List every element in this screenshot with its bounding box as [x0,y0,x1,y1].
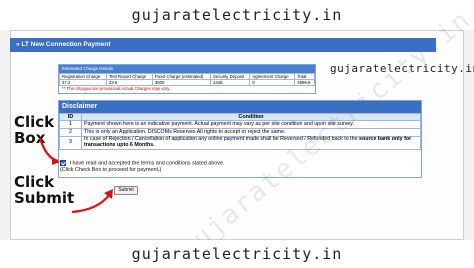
click-box-line2: Box [14,129,46,147]
row-id: 2 [59,128,82,137]
accept-checkbox[interactable] [60,160,66,166]
row-condition: Payment shown here is an indicative paym… [81,120,421,129]
site-label-top: gujaratelectricity.in [0,0,474,30]
val-agreement: 0 [249,79,296,86]
col-fixed-charge: Fixed Charge (estimated) [151,73,211,80]
estimated-header-row: Registration Charge Test Report Charge F… [59,73,315,80]
table-row: 3 In case of Rejection / Cancellation of… [59,136,421,150]
provisional-note: ** This charges are provisional.Actual C… [62,86,171,91]
col-security-deposit: Security Deposit [209,73,251,80]
val-fixed-charge: 3500 [151,79,211,86]
col-registration: Registration Charge [59,73,107,80]
val-registration: 47.2 [59,79,107,86]
click-box-line1: Click [14,113,55,131]
site-label-bottom: gujaratelectricity.in [0,240,474,268]
page-header: » LT New Connection Payment [10,38,436,52]
val-total: 4998.8 [294,79,315,86]
estimated-charge-panel: Estimated Charge Details Registration Ch… [58,64,316,94]
accept-hint: (Click Check Box to proceed for payment.… [60,167,162,174]
click-box-annotation: Click Box [14,114,54,146]
estimated-value-row: 47.2 23.6 3500 1428 0 4998.8 [59,79,315,86]
estimated-charge-table: Registration Charge Test Report Charge F… [59,73,315,86]
val-security-deposit: 1428 [209,79,251,86]
row-condition: In case of Rejection / Cancellation of a… [81,136,421,150]
submit-button[interactable]: Submit [114,186,138,195]
table-row: 1 Payment shown here is an indicative pa… [59,120,421,129]
val-test-report: 23.6 [105,79,153,86]
col-id: ID [59,113,82,121]
click-submit-annotation: Click Submit [14,174,74,206]
col-test-report: Test Report Charge [105,73,153,80]
accept-terms-row: I have read and accepted the terms and c… [60,160,224,174]
col-agreement: Agreement Charge [249,73,296,80]
estimated-charge-title: Estimated Charge Details [59,65,315,73]
click-submit-line2: Submit [14,189,75,207]
row-id: 1 [59,120,82,129]
row-id: 3 [59,136,82,150]
accept-label: I have read and accepted the terms and c… [69,160,225,167]
click-submit-line1: Click [14,173,55,191]
